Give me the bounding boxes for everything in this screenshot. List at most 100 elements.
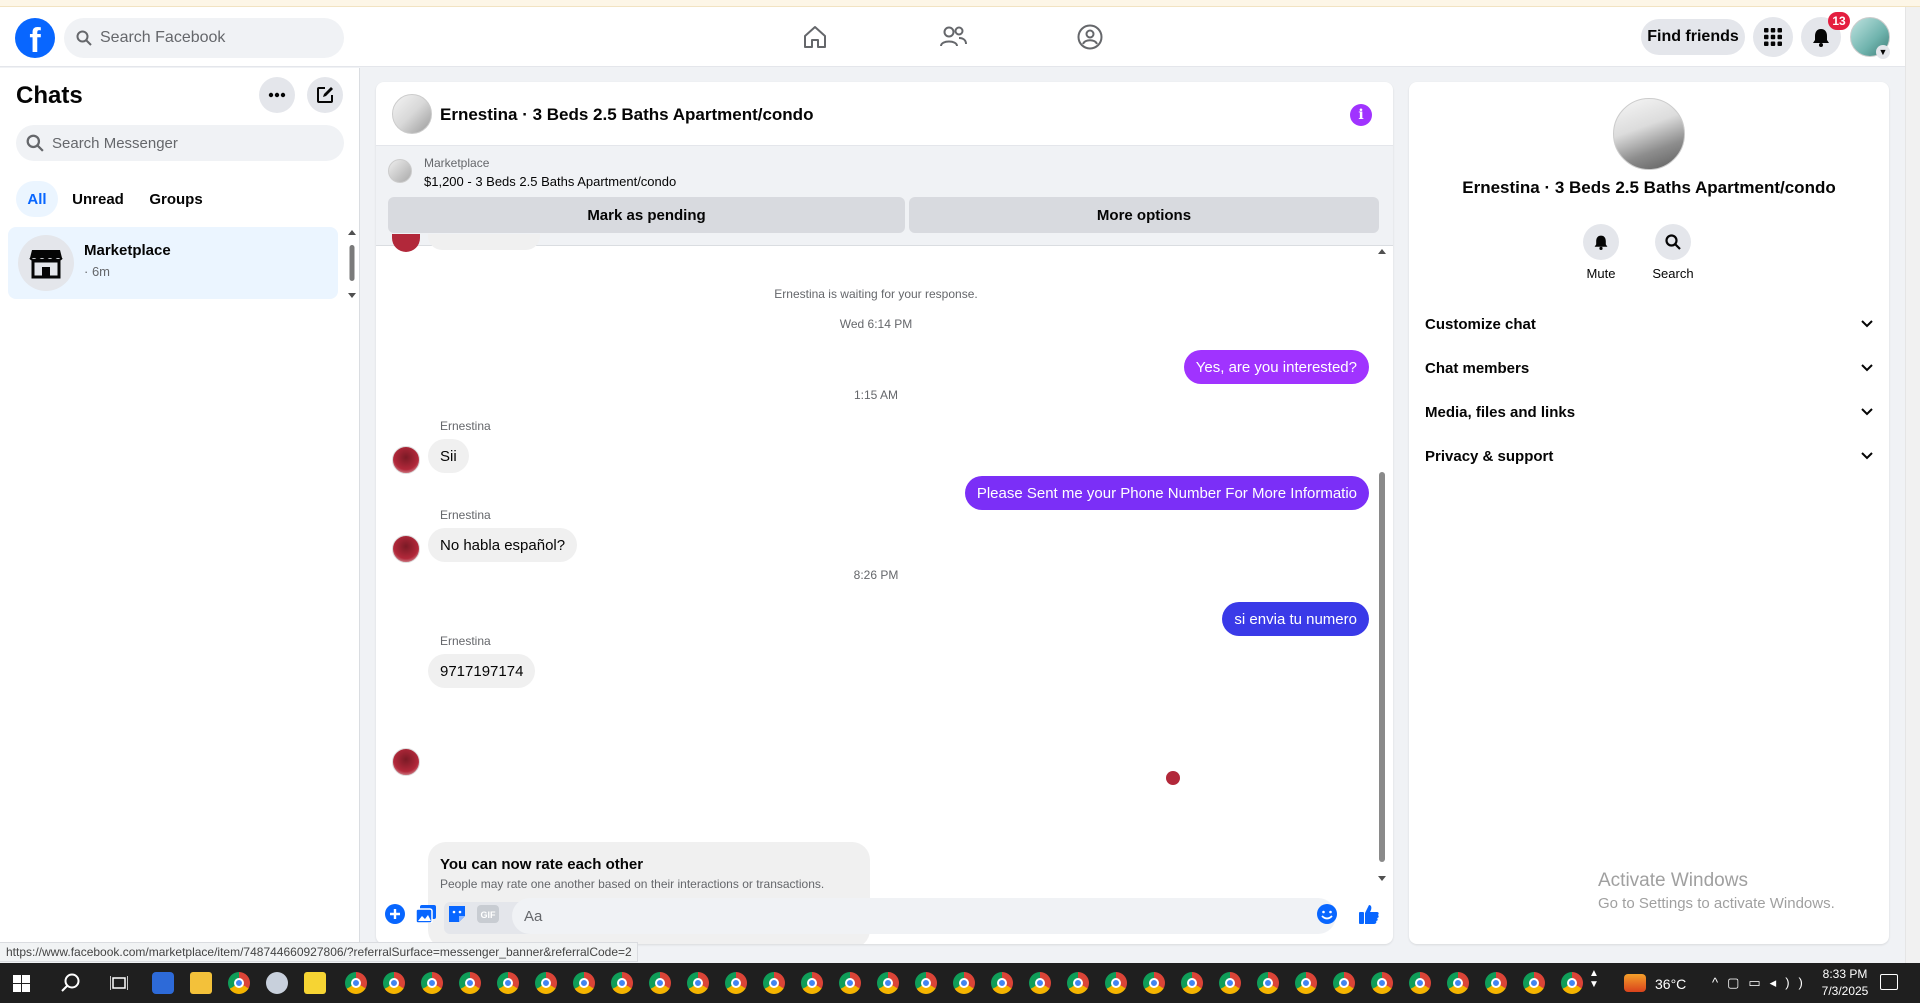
- chrome-window-icon[interactable]: [649, 972, 671, 994]
- chrome-window-icon[interactable]: [497, 972, 519, 994]
- sticker-icon[interactable]: [446, 903, 468, 925]
- avatar[interactable]: [392, 446, 420, 474]
- chrome-window-icon[interactable]: [1257, 972, 1279, 994]
- emoji-icon[interactable]: [1316, 903, 1338, 925]
- media-files-links-row[interactable]: Media, files and links: [1425, 394, 1873, 430]
- weather-temperature[interactable]: 36°C: [1655, 976, 1686, 992]
- chrome-window-icon[interactable]: [1029, 972, 1051, 994]
- chrome-window-icon[interactable]: [1371, 972, 1393, 994]
- notification-center-icon[interactable]: [1880, 974, 1898, 990]
- mute-action[interactable]: Mute: [1571, 224, 1631, 281]
- filter-all[interactable]: All: [16, 181, 58, 217]
- incoming-message[interactable]: 9717197174: [428, 654, 536, 688]
- facebook-logo[interactable]: f: [15, 18, 55, 58]
- groups-icon[interactable]: [1074, 21, 1106, 53]
- sticky-notes-icon[interactable]: [304, 972, 326, 994]
- chrome-window-icon[interactable]: [687, 972, 709, 994]
- chevron-down-icon[interactable]: ▼: [1876, 45, 1890, 59]
- task-view-icon[interactable]: [109, 975, 129, 996]
- marketplace-banner: Marketplace $1,200 - 3 Beds 2.5 Baths Ap…: [376, 146, 1393, 246]
- page-scrollbar[interactable]: [1905, 7, 1920, 963]
- menu-grid-button[interactable]: [1753, 17, 1793, 57]
- chrome-window-icon[interactable]: [1105, 972, 1127, 994]
- clock-time[interactable]: 8:33 PM: [1812, 967, 1878, 981]
- chrome-window-icon[interactable]: [915, 972, 937, 994]
- chrome-window-icon[interactable]: [839, 972, 861, 994]
- taskbar-search-icon[interactable]: [61, 973, 81, 998]
- chrome-window-icon[interactable]: [459, 972, 481, 994]
- chat-title[interactable]: Ernestina · 3 Beds 2.5 Baths Apartment/c…: [440, 105, 813, 125]
- customize-chat-row[interactable]: Customize chat: [1425, 306, 1873, 342]
- filter-groups[interactable]: Groups: [140, 181, 212, 217]
- chrome-window-icon[interactable]: [611, 972, 633, 994]
- chat-options-button[interactable]: [259, 77, 295, 113]
- listing-thumbnail[interactable]: [392, 94, 432, 134]
- chrome-window-icon[interactable]: [1409, 972, 1431, 994]
- gif-icon[interactable]: GIF: [477, 903, 499, 925]
- file-explorer-icon[interactable]: [190, 972, 212, 994]
- search-action[interactable]: Search: [1643, 224, 1703, 281]
- system-tray-icons[interactable]: ^▢▭◂)): [1712, 975, 1812, 991]
- chrome-window-icon[interactable]: [421, 972, 443, 994]
- plus-circle-icon[interactable]: [384, 903, 406, 925]
- chrome-window-icon[interactable]: [1219, 972, 1241, 994]
- listing-price-title[interactable]: $1,200 - 3 Beds 2.5 Baths Apartment/cond…: [424, 174, 676, 189]
- chrome-window-icon[interactable]: [991, 972, 1013, 994]
- app-icon[interactable]: [152, 972, 174, 994]
- chat-scrollbar[interactable]: [1376, 246, 1388, 886]
- chat-members-row[interactable]: Chat members: [1425, 350, 1873, 386]
- listing-avatar[interactable]: [1613, 98, 1685, 170]
- message-input[interactable]: Aa: [512, 898, 1336, 934]
- chrome-window-icon[interactable]: [1295, 972, 1317, 994]
- chrome-window-icon[interactable]: [725, 972, 747, 994]
- outgoing-message[interactable]: Yes, are you interested?: [1183, 350, 1369, 384]
- sidebar-scrollbar[interactable]: [348, 229, 356, 301]
- privacy-support-row[interactable]: Privacy & support: [1425, 438, 1873, 474]
- find-friends-button[interactable]: Find friends: [1641, 19, 1745, 55]
- chrome-window-icon[interactable]: [1143, 972, 1165, 994]
- incoming-message[interactable]: Sii: [428, 439, 469, 473]
- photo-icon[interactable]: [415, 903, 437, 925]
- clock-date[interactable]: 7/3/2025: [1812, 984, 1878, 998]
- friends-icon[interactable]: [937, 21, 969, 53]
- sender-name: Ernestina: [440, 508, 491, 522]
- outgoing-message[interactable]: Please Sent me your Phone Number For Mor…: [964, 476, 1369, 510]
- chrome-window-icon[interactable]: [1333, 972, 1355, 994]
- facebook-search-input[interactable]: Search Facebook: [64, 18, 344, 58]
- chrome-window-icon[interactable]: [953, 972, 975, 994]
- incoming-message[interactable]: No habla español?: [428, 528, 578, 562]
- chrome-window-icon[interactable]: [383, 972, 405, 994]
- listing-small-thumbnail[interactable]: [388, 159, 412, 183]
- mark-as-pending-button[interactable]: Mark as pending: [388, 197, 905, 233]
- chrome-window-icon[interactable]: [1561, 972, 1583, 994]
- chrome-window-icon[interactable]: [1181, 972, 1203, 994]
- info-icon[interactable]: i: [1350, 104, 1372, 126]
- chrome-window-icon[interactable]: [535, 972, 557, 994]
- more-options-button[interactable]: More options: [909, 197, 1379, 233]
- avatar[interactable]: [392, 535, 420, 563]
- chrome-window-icon[interactable]: [801, 972, 823, 994]
- avatar[interactable]: [392, 748, 420, 776]
- chrome-window-icon[interactable]: [345, 972, 367, 994]
- thumbs-up-icon[interactable]: [1358, 903, 1380, 925]
- chrome-window-icon[interactable]: [1523, 972, 1545, 994]
- chrome-window-icon[interactable]: [1485, 972, 1507, 994]
- weather-icon[interactable]: [1624, 974, 1646, 992]
- chrome-window-icon[interactable]: [573, 972, 595, 994]
- filter-unread[interactable]: Unread: [66, 181, 130, 217]
- messenger-search-input[interactable]: Search Messenger: [16, 125, 344, 161]
- browser-top-strip: [0, 0, 1920, 7]
- conversation-item-marketplace[interactable]: Marketplace · 6m: [8, 227, 338, 299]
- chrome-window-icon[interactable]: [877, 972, 899, 994]
- home-icon[interactable]: [799, 21, 831, 53]
- app-icon[interactable]: [266, 972, 288, 994]
- chrome-window-icon[interactable]: [763, 972, 785, 994]
- outgoing-message[interactable]: si envia tu numero: [1222, 602, 1369, 636]
- taskbar-overflow-icon[interactable]: ▲ ▼: [1589, 968, 1599, 990]
- chrome-icon[interactable]: [228, 972, 250, 994]
- windows-start-icon[interactable]: [13, 975, 30, 997]
- chrome-window-icon[interactable]: [1447, 972, 1469, 994]
- chrome-window-icon[interactable]: [1067, 972, 1089, 994]
- rate-card-title: You can now rate each other: [440, 856, 644, 873]
- new-message-button[interactable]: [307, 77, 343, 113]
